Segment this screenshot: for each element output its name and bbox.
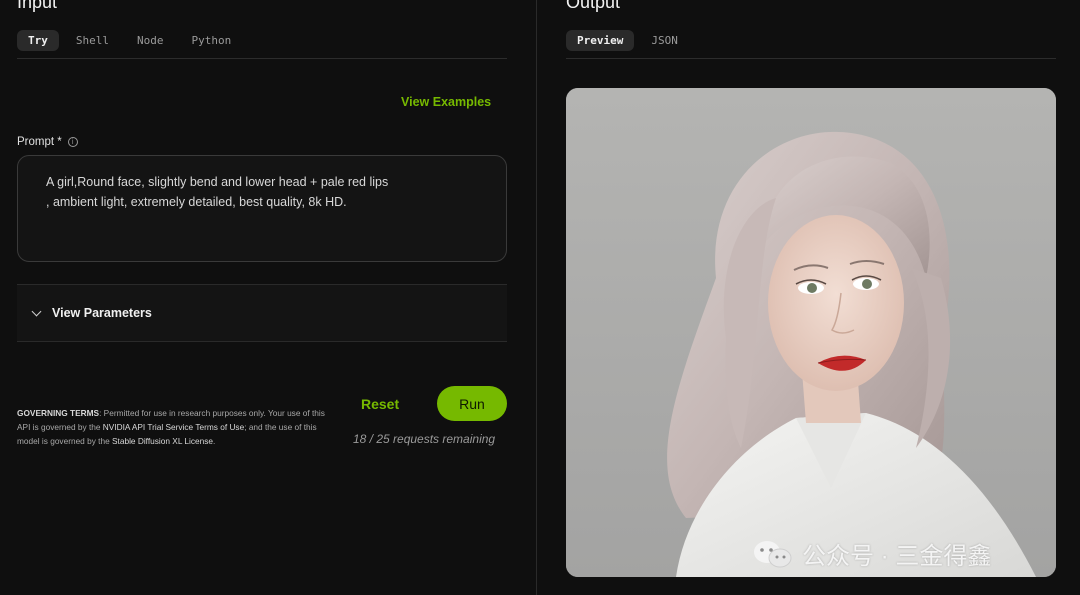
terms-text-3: . — [213, 436, 216, 446]
generated-image — [566, 88, 1056, 577]
tab-node[interactable]: Node — [126, 30, 175, 51]
tab-try[interactable]: Try — [17, 30, 59, 51]
requests-remaining: 18 / 25 requests remaining — [353, 432, 496, 446]
prompt-label: Prompt * i — [17, 136, 78, 148]
view-parameters-toggle[interactable]: View Parameters — [17, 284, 507, 342]
output-tabs: Preview JSON — [566, 30, 689, 51]
prompt-label-text: Prompt * — [17, 136, 62, 148]
terms-heading: GOVERNING TERMS — [17, 408, 100, 418]
run-button[interactable]: Run — [437, 386, 507, 421]
chevron-down-icon — [31, 306, 42, 316]
panel-divider — [536, 0, 537, 595]
tab-preview[interactable]: Preview — [566, 30, 635, 51]
tab-shell[interactable]: Shell — [65, 30, 120, 51]
tab-python[interactable]: Python — [181, 30, 243, 51]
watermark-text: 公众号 · 三金得鑫 — [802, 543, 992, 570]
portrait-illustration — [566, 88, 1056, 577]
info-icon[interactable]: i — [67, 137, 78, 147]
reset-button[interactable]: Reset — [361, 396, 399, 412]
nvidia-terms-link[interactable]: NVIDIA API Trial Service Terms of Use — [103, 422, 244, 432]
tab-json[interactable]: JSON — [640, 30, 689, 51]
sdxl-license-link[interactable]: Stable Diffusion XL License — [112, 436, 213, 446]
input-title: Input — [17, 0, 58, 12]
output-title: Output — [566, 0, 621, 12]
governing-terms: GOVERNING TERMS: Permitted for use in re… — [17, 406, 332, 448]
prompt-textarea[interactable]: A girl,Round face, slightly bend and low… — [17, 155, 507, 262]
input-tabs-divider — [17, 58, 507, 59]
watermark: 公众号 · 三金得鑫 — [752, 536, 991, 571]
view-parameters-label: View Parameters — [52, 306, 152, 320]
output-tabs-divider — [566, 58, 1056, 59]
view-examples-link[interactable]: View Examples — [401, 95, 491, 109]
wechat-icon — [754, 540, 792, 567]
input-tabs: Try Shell Node Python — [17, 30, 242, 51]
